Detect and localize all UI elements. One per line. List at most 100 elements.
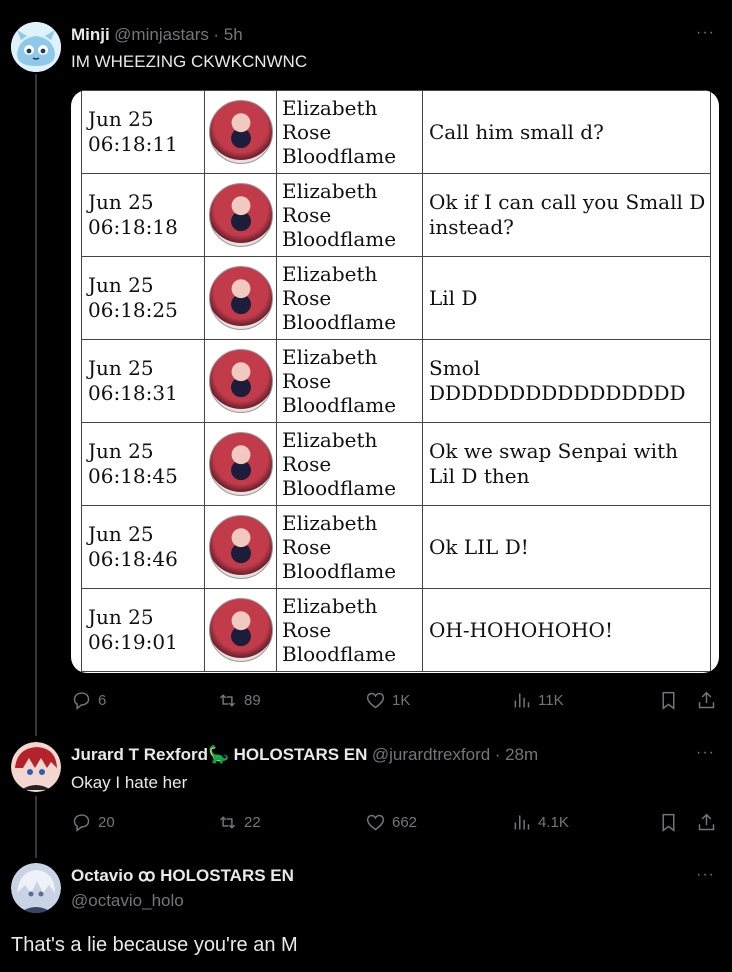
bookmark-button[interactable] xyxy=(658,690,679,711)
display-name[interactable]: Jurard T Rexford xyxy=(71,745,208,764)
date-text: Jun 25 xyxy=(88,107,154,131)
timestamp-cell: Jun 25 06:18:25 xyxy=(81,256,205,340)
share-icon xyxy=(698,813,715,831)
timestamp-cell: Jun 25 06:19:01 xyxy=(81,588,205,672)
tweet-header: Jurard T Rexford🦕 HOLOSTARS EN @jurardtr… xyxy=(71,745,538,765)
name-line: Elizabeth xyxy=(282,262,378,286)
reply-icon xyxy=(73,814,90,832)
table-row: Jun 25 06:18:18 Elizabeth Rose Bloodflame Ok … xyxy=(81,173,711,257)
name-line: Rose xyxy=(282,286,332,310)
avatar xyxy=(208,266,273,330)
repost-button[interactable]: 22 xyxy=(217,812,261,833)
name-cell: Elizabeth Rose Bloodflame xyxy=(276,256,423,340)
date-text: Jun 25 xyxy=(88,522,154,546)
timestamp-cell: Jun 25 06:18:31 xyxy=(81,339,205,423)
name-line: Elizabeth xyxy=(282,345,378,369)
repost-icon xyxy=(219,816,236,829)
view-count: 4.1K xyxy=(538,814,569,831)
display-name[interactable]: Minji xyxy=(71,25,110,44)
name-cell: Elizabeth Rose Bloodflame xyxy=(276,422,423,506)
message-cell: Ok if I can call you Small D instead? xyxy=(422,173,711,257)
timestamp[interactable]: · 28m xyxy=(495,745,538,764)
table-row: Jun 25 06:18:46 Elizabeth Rose Bloodflame Ok … xyxy=(81,505,711,589)
timestamp[interactable]: · 5h xyxy=(213,25,242,44)
display-name-suffix[interactable]: HOLOSTARS EN xyxy=(234,745,368,764)
message-cell: OH-HOHOHOHO! xyxy=(422,588,711,672)
time-text: 06:18:25 xyxy=(88,298,178,322)
share-button[interactable] xyxy=(696,690,717,711)
reply-button[interactable]: 6 xyxy=(71,690,106,711)
tweet-image[interactable]: Jun 25 06:18:11 Elizabeth Rose Bloodflame Cal… xyxy=(71,90,719,673)
bookmark-icon xyxy=(662,691,675,710)
share-icon xyxy=(698,691,715,709)
bookmark-button[interactable] xyxy=(658,812,679,833)
tweet-text: That's a lie because you're an M xyxy=(11,934,298,956)
repost-button[interactable]: 89 xyxy=(217,690,261,711)
share-button[interactable] xyxy=(696,812,717,833)
avatar-cell xyxy=(204,505,277,589)
name-line: Elizabeth xyxy=(282,428,378,452)
tweet-actions: 20 22 662 4.1K xyxy=(71,812,721,838)
views-button[interactable]: 4.1K xyxy=(511,812,569,833)
name-cell: Elizabeth Rose Bloodflame xyxy=(276,588,423,672)
table-row: Jun 25 06:18:31 Elizabeth Rose Bloodflame Smo… xyxy=(81,339,711,423)
name-cell: Elizabeth Rose Bloodflame xyxy=(276,90,423,174)
view-count: 11K xyxy=(538,692,564,709)
views-button[interactable]: 11K xyxy=(511,690,564,711)
handle[interactable]: @octavio_holo xyxy=(71,891,184,911)
avatar-cell xyxy=(204,339,277,423)
name-cell: Elizabeth Rose Bloodflame xyxy=(276,505,423,589)
avatar-cell xyxy=(204,256,277,340)
name-cell: Elizabeth Rose Bloodflame xyxy=(276,339,423,423)
message-cell: Call him small d? xyxy=(422,90,711,174)
reply-button[interactable]: 20 xyxy=(71,812,115,833)
like-count: 1K xyxy=(392,692,411,709)
name-line: Rose xyxy=(282,120,332,144)
reply-count: 6 xyxy=(98,692,107,709)
avatar-cell xyxy=(204,588,277,672)
repost-count: 22 xyxy=(244,814,261,831)
avatar xyxy=(208,100,273,164)
tweet-header: Minji @minjastars · 5h xyxy=(71,25,243,45)
avatar xyxy=(208,598,273,662)
name-line: Bloodflame xyxy=(282,476,397,500)
timestamp-cell: Jun 25 06:18:45 xyxy=(81,422,205,506)
time-text: 06:19:01 xyxy=(88,630,178,654)
repost-icon xyxy=(219,694,236,707)
like-button[interactable]: 662 xyxy=(365,812,417,833)
table-row: Jun 25 06:19:01 Elizabeth Rose Bloodflame OH-… xyxy=(81,588,711,672)
time-text: 06:18:46 xyxy=(88,547,178,571)
like-button[interactable]: 1K xyxy=(365,690,410,711)
name-line: Rose xyxy=(282,203,332,227)
avatar xyxy=(208,183,273,247)
table-row: Jun 25 06:18:25 Elizabeth Rose Bloodflame Lil… xyxy=(81,256,711,340)
tweet-text: IM WHEEZING CKWKCNWNC xyxy=(71,52,308,71)
heart-icon xyxy=(366,814,385,831)
avatar[interactable] xyxy=(11,742,61,792)
message-cell: Smol DDDDDDDDDDDDDDDD xyxy=(422,339,711,423)
name-cell: Elizabeth Rose Bloodflame xyxy=(276,173,423,257)
analytics-icon xyxy=(514,815,530,830)
avatar[interactable] xyxy=(11,22,61,72)
name-line: Bloodflame xyxy=(282,227,397,251)
handle[interactable]: @minjastars xyxy=(114,25,209,44)
avatar-cell xyxy=(204,422,277,506)
name-line: Elizabeth xyxy=(282,511,378,535)
name-line: Rose xyxy=(282,535,332,559)
thread-connector xyxy=(35,796,37,858)
avatar[interactable] xyxy=(11,863,61,913)
more-options-icon[interactable]: ··· xyxy=(696,866,715,884)
chat-log-table: Jun 25 06:18:11 Elizabeth Rose Bloodflame Cal… xyxy=(81,90,711,672)
message-cell: Ok we swap Senpai with Lil D then xyxy=(422,422,711,506)
name-line: Elizabeth xyxy=(282,179,378,203)
display-name[interactable]: Octavio ꝏ HOLOSTARS EN xyxy=(71,866,294,885)
reply-icon xyxy=(73,692,90,710)
more-options-icon[interactable]: ··· xyxy=(696,744,715,762)
handle[interactable]: @jurardtrexford xyxy=(372,745,490,764)
avatar xyxy=(208,349,273,413)
name-line: Bloodflame xyxy=(282,393,397,417)
tweet-text: Okay I hate her xyxy=(71,773,188,792)
more-options-icon[interactable]: ··· xyxy=(696,24,715,42)
time-text: 06:18:11 xyxy=(88,132,178,156)
analytics-icon xyxy=(514,693,530,708)
